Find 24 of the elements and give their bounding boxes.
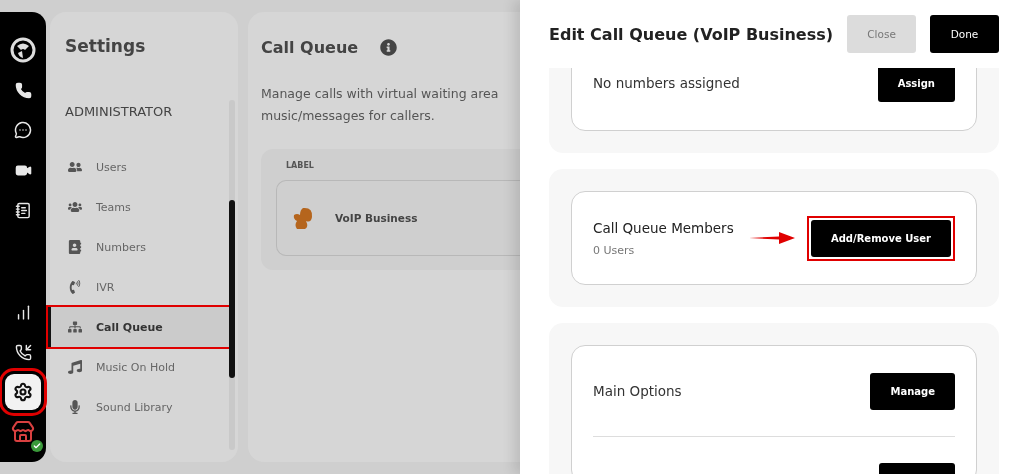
done-button[interactable]: Done <box>930 15 999 53</box>
column-header: LABEL <box>286 161 315 170</box>
row-label: VoIP Business <box>335 212 418 224</box>
description: Manage calls with virtual waiting area music/messages for callers. <box>261 85 500 125</box>
close-button[interactable]: Close <box>847 15 917 53</box>
sidebar-item[interactable]: Numbers <box>48 227 231 267</box>
drawer-title: Edit Call Queue (VoIP Business) <box>549 24 834 44</box>
sidebar-item[interactable]: Call Queue <box>48 307 231 347</box>
numbers-text: No numbers assigned <box>593 75 741 91</box>
sidebar-item[interactable]: IVR <box>48 267 231 307</box>
page-title: Call Queue <box>261 38 359 57</box>
action-button[interactable]: Assign <box>877 68 955 102</box>
table-row[interactable]: VoIP Business <box>276 180 520 256</box>
action-button[interactable]: Manage <box>870 372 955 410</box>
action-button[interactable]: Add/Remove User <box>810 219 951 257</box>
sidebar-item[interactable]: Users <box>48 147 231 187</box>
sidebar-item[interactable]: Sound Library <box>48 387 231 427</box>
section-heading: ADMINISTRATOR <box>65 104 174 119</box>
sidebar-item[interactable]: Teams <box>48 187 231 227</box>
card-title: Call Queue Members <box>593 219 735 236</box>
user-count: 0 Users <box>593 243 636 257</box>
sidebar-item[interactable]: Music On Hold <box>48 347 231 387</box>
panel-title: Settings <box>65 36 147 56</box>
card-title: Main Options <box>593 383 683 399</box>
